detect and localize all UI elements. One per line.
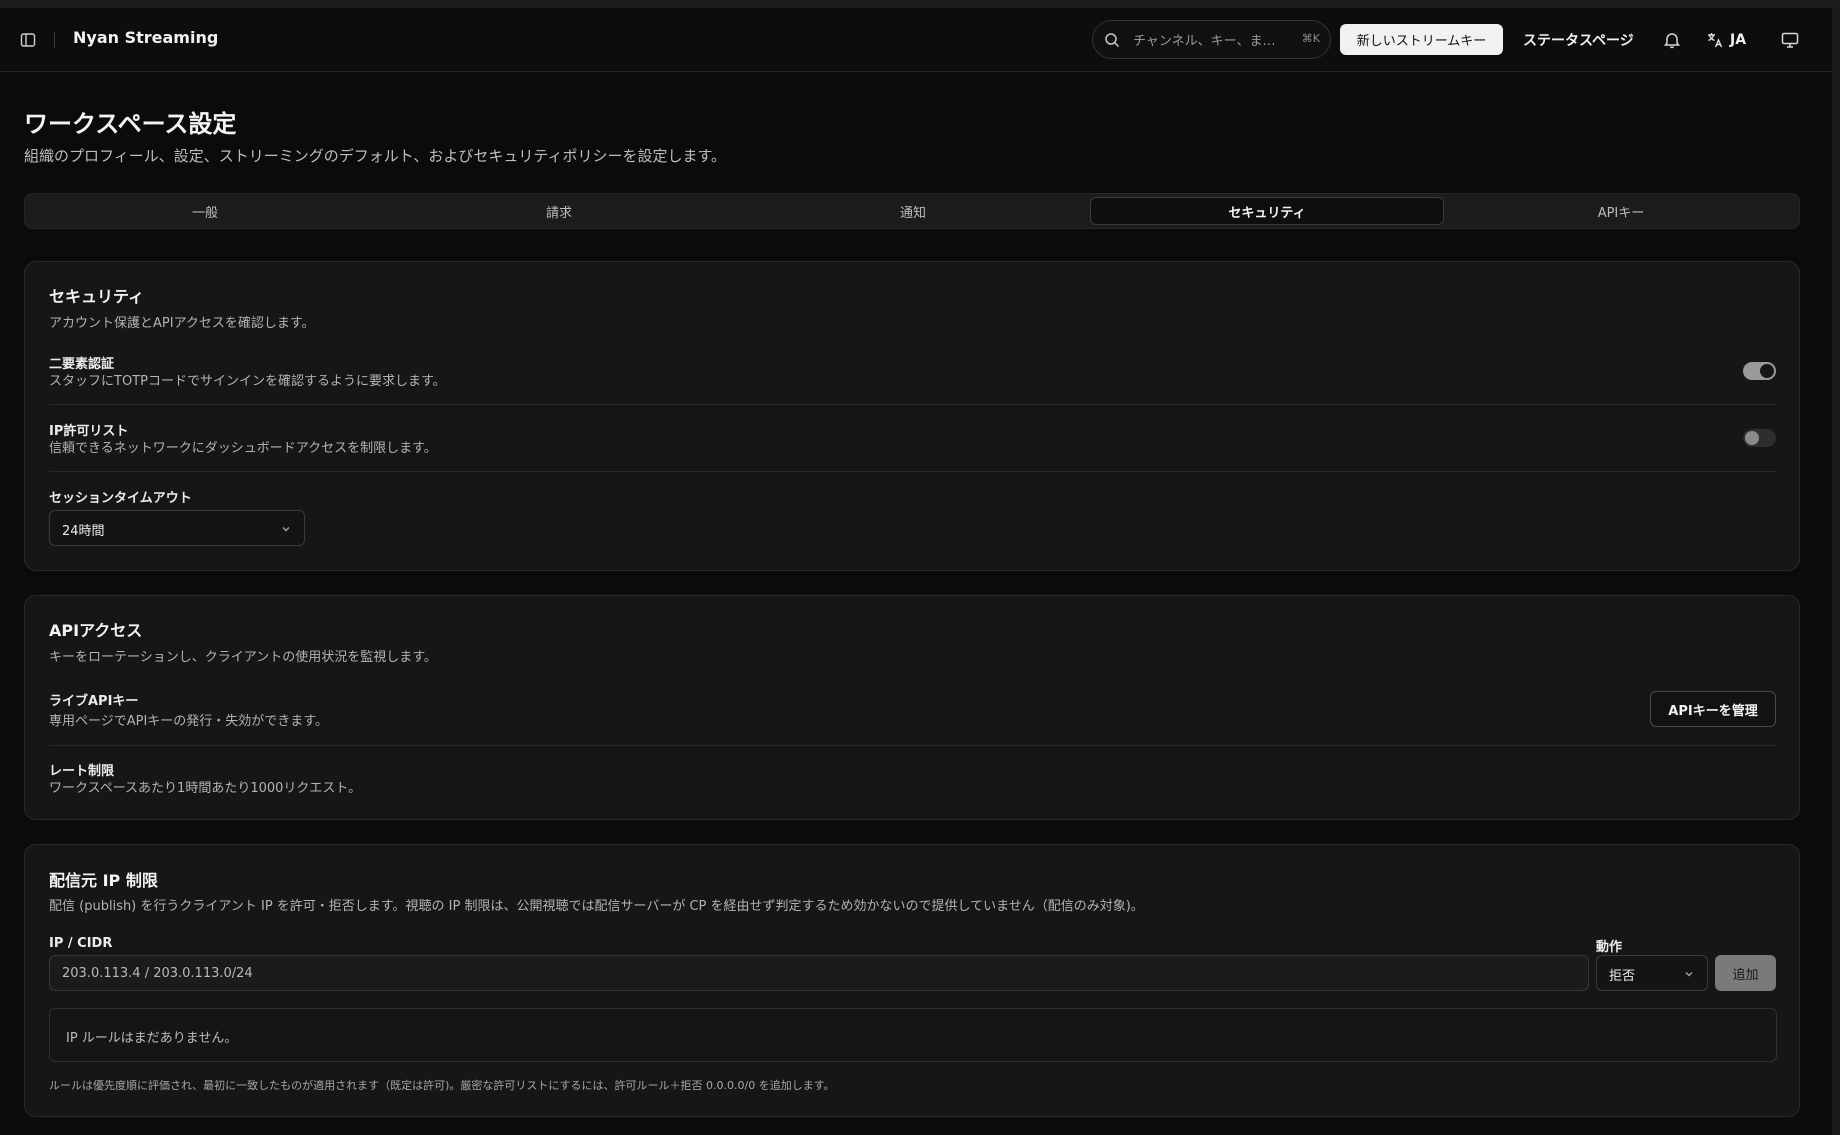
ip-cidr-label: IP / CIDR <box>49 936 113 951</box>
security-card: セキュリティ アカウント保護とAPIアクセスを確認します。 二要素認証 スタッフ… <box>24 261 1800 571</box>
session-timeout-value: 24時間 <box>62 524 105 539</box>
tab-api-keys[interactable]: APIキー <box>1444 197 1798 225</box>
session-timeout-label: セッションタイムアウト <box>49 491 192 506</box>
action-label: 動作 <box>1596 940 1623 955</box>
chevron-down-icon <box>282 527 290 532</box>
toggle-knob <box>1760 364 1774 378</box>
toggle-knob <box>1745 431 1759 445</box>
monitor-icon[interactable] <box>1780 30 1800 50</box>
tab-security[interactable]: セキュリティ <box>1090 197 1444 225</box>
page-title: ワークスペース設定 <box>24 110 237 138</box>
language-label: JA <box>1730 32 1747 48</box>
page-subtitle: 組織のプロフィール、設定、ストリーミングのデフォルト、およびセキュリティポリシー… <box>24 147 727 165</box>
tab-notifications[interactable]: 通知 <box>736 197 1090 225</box>
header-divider <box>54 32 55 48</box>
live-api-key-description: 専用ページでAPIキーの発行・失効ができます。 <box>49 714 329 729</box>
security-title: セキュリティ <box>49 287 145 306</box>
two-factor-toggle[interactable] <box>1743 362 1776 380</box>
bell-icon[interactable] <box>1662 30 1682 50</box>
divider <box>49 745 1777 746</box>
api-access-card: APIアクセス キーをローテーションし、クライアントの使用状況を監視します。 ラ… <box>24 595 1800 820</box>
search-shortcut: ⌘K <box>1301 32 1320 45</box>
search-input[interactable] <box>1131 29 1285 53</box>
language-switcher[interactable]: JA <box>1706 28 1746 52</box>
divider <box>49 471 1777 472</box>
publish-ip-description: 配信 (publish) を行うクライアント IP を許可・拒否します。視聴の … <box>49 899 1144 914</box>
status-page-link[interactable]: ステータスページ <box>1523 30 1634 50</box>
action-value: 拒否 <box>1609 969 1636 984</box>
search-icon <box>1105 33 1120 48</box>
ip-allowlist-description: 信頼できるネットワークにダッシュボードアクセスを制限します。 <box>49 441 437 456</box>
sidebar-toggle-icon[interactable] <box>18 30 38 50</box>
new-stream-key-button[interactable]: 新しいストリームキー <box>1340 24 1503 55</box>
ip-allowlist-toggle[interactable] <box>1743 429 1776 447</box>
settings-tabs: 一般 請求 通知 セキュリティ APIキー <box>24 193 1800 229</box>
ip-rules-footnote: ルールは優先度順に評価され、最初に一致したものが適用されます（既定は許可)。厳密… <box>49 1079 835 1092</box>
window-top-strip <box>0 0 1840 8</box>
app-title: Nyan Streaming <box>73 28 219 47</box>
translate-icon <box>1708 33 1723 48</box>
rate-limit-description: ワークスペースあたり1時間あたり1000リクエスト。 <box>49 781 362 796</box>
top-header: Nyan Streaming ⌘K 新しいストリームキー ステータスページ JA <box>0 8 1832 72</box>
empty-state-text: IP ルールはまだありません。 <box>66 1031 238 1046</box>
api-access-title: APIアクセス <box>49 621 143 640</box>
action-select[interactable]: 拒否 <box>1596 955 1708 991</box>
manage-api-keys-button[interactable]: APIキーを管理 <box>1650 691 1776 727</box>
api-access-description: キーをローテーションし、クライアントの使用状況を監視します。 <box>49 650 437 665</box>
security-description: アカウント保護とAPIアクセスを確認します。 <box>49 316 315 331</box>
live-api-key-label: ライブAPIキー <box>49 694 139 709</box>
search-box[interactable]: ⌘K <box>1092 20 1331 59</box>
ip-rules-empty-state: IP ルールはまだありません。 <box>49 1008 1777 1062</box>
page-scrollbar[interactable] <box>1832 8 1840 1135</box>
two-factor-description: スタッフにTOTPコードでサインインを確認するように要求します。 <box>49 374 446 389</box>
ip-cidr-input[interactable] <box>49 955 1589 991</box>
tab-general[interactable]: 一般 <box>28 197 382 225</box>
session-timeout-select[interactable]: 24時間 <box>49 510 305 546</box>
add-ip-rule-button[interactable]: 追加 <box>1715 955 1776 991</box>
publish-ip-title: 配信元 IP 制限 <box>49 871 158 890</box>
tab-billing[interactable]: 請求 <box>382 197 736 225</box>
publish-ip-card: 配信元 IP 制限 配信 (publish) を行うクライアント IP を許可・… <box>24 844 1800 1117</box>
divider <box>49 404 1777 405</box>
chevron-down-icon <box>1685 972 1693 977</box>
